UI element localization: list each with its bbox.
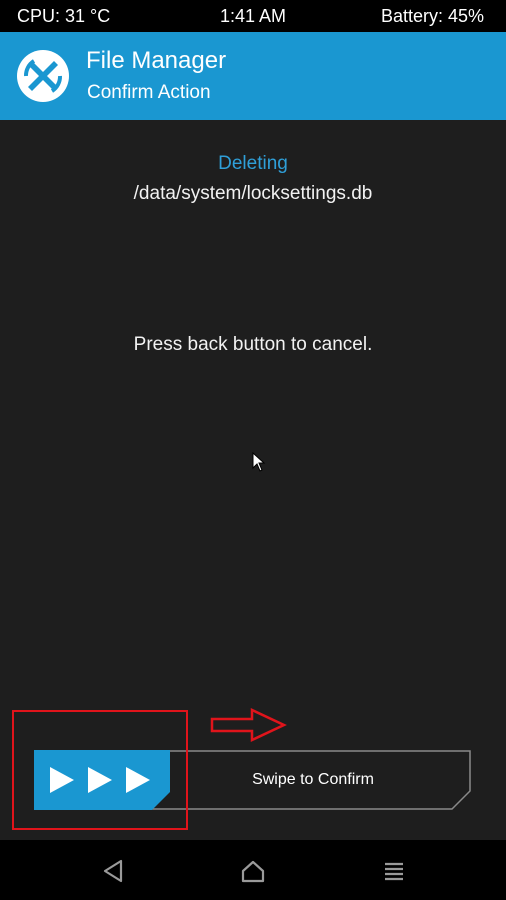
slider-label: Swipe to Confirm: [252, 771, 374, 788]
right-arrow-outline-icon: [210, 708, 287, 742]
mouse-cursor-icon: [252, 452, 266, 472]
app-header: File Manager Confirm Action: [0, 32, 506, 120]
twrp-logo-icon: [17, 50, 69, 102]
page-subtitle: Confirm Action: [87, 82, 211, 103]
menu-lines-icon[interactable]: [380, 857, 408, 885]
target-file-path: /data/system/locksettings.db: [133, 183, 373, 204]
highlight-box: [12, 710, 188, 830]
action-label: Deleting: [218, 153, 288, 174]
navigation-bar: [0, 840, 506, 900]
back-triangle-icon[interactable]: [100, 857, 128, 885]
cancel-hint: Press back button to cancel.: [133, 334, 373, 355]
page-title: File Manager: [86, 47, 227, 74]
battery-level: Battery: 45%: [380, 6, 484, 26]
home-icon[interactable]: [239, 857, 267, 885]
status-bar: CPU: 31 °C 1:41 AM Battery: 45%: [0, 0, 506, 32]
